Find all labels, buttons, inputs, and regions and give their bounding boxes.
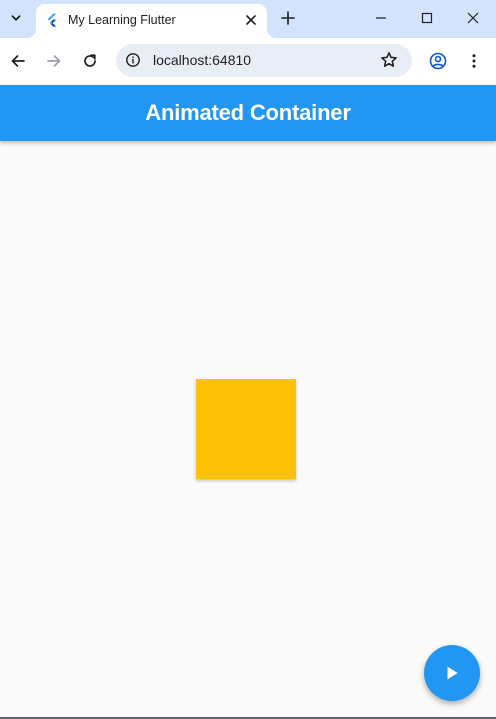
play-fab-button[interactable]: [424, 645, 480, 701]
minimize-button[interactable]: [358, 0, 404, 36]
app-body: [0, 141, 496, 717]
maximize-icon: [421, 12, 433, 24]
info-icon: [126, 53, 140, 67]
tab-search-button[interactable]: [4, 6, 28, 30]
account-circle-icon: [429, 52, 447, 70]
more-vert-icon: [472, 54, 476, 68]
browser-menu-button[interactable]: [460, 47, 488, 75]
star-outline-icon: [381, 52, 397, 67]
close-icon: [467, 12, 479, 24]
window-close-button[interactable]: [450, 0, 496, 36]
site-info-button[interactable]: [122, 49, 144, 71]
minimize-icon: [376, 17, 386, 19]
plus-icon: [281, 11, 295, 25]
arrow-left-icon: [11, 55, 25, 67]
address-bar[interactable]: localhost:64810: [116, 44, 412, 77]
reload-icon: [84, 54, 96, 67]
animated-container-box: [196, 379, 296, 479]
back-button[interactable]: [4, 47, 32, 75]
tab-strip: My Learning Flutter: [0, 0, 496, 38]
profile-button[interactable]: [424, 47, 452, 75]
maximize-button[interactable]: [404, 0, 450, 36]
arrow-right-icon: [47, 55, 61, 67]
forward-button[interactable]: [40, 47, 68, 75]
browser-toolbar: localhost:64810: [0, 38, 496, 85]
reload-button[interactable]: [76, 47, 104, 75]
tab-close-button[interactable]: [242, 11, 260, 29]
flutter-logo-icon: [47, 13, 57, 27]
tab-title: My Learning Flutter: [68, 13, 176, 27]
browser-tab[interactable]: My Learning Flutter: [36, 4, 267, 38]
url-text: localhost:64810: [153, 52, 252, 68]
play-arrow-icon: [447, 666, 458, 680]
app-bar: Animated Container: [0, 85, 496, 141]
chevron-down-icon: [11, 15, 21, 21]
bookmark-button[interactable]: [378, 49, 400, 71]
app-bar-title: Animated Container: [145, 100, 351, 125]
close-icon: [246, 15, 256, 25]
new-tab-button[interactable]: [276, 6, 300, 30]
